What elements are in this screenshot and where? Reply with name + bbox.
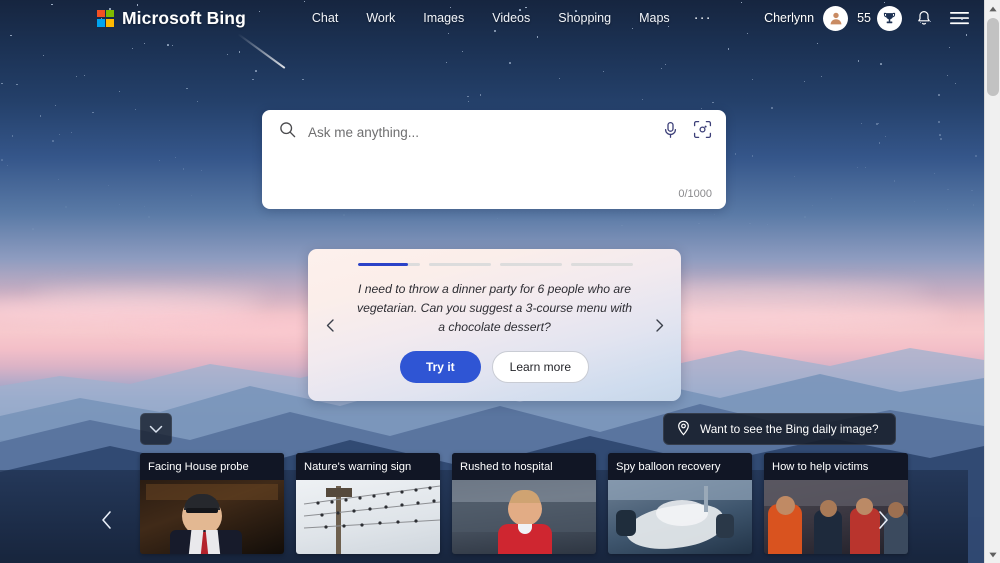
news-carousel: Facing House probe Nature's warning sign <box>0 453 984 563</box>
shooting-star <box>237 33 286 69</box>
news-card-title: Facing House probe <box>140 453 284 480</box>
daily-image-label: Want to see the Bing daily image? <box>700 422 879 436</box>
bing-logo[interactable]: Microsoft Bing <box>97 8 246 29</box>
news-card-image <box>140 480 284 554</box>
search-icon <box>279 121 296 143</box>
search-input[interactable] <box>308 124 662 140</box>
news-card-image <box>452 480 596 554</box>
nav-item-work[interactable]: Work <box>352 7 409 29</box>
location-pin-icon <box>676 420 691 439</box>
bing-homepage: Microsoft Bing Chat Work Images Videos S… <box>0 0 1000 563</box>
news-card-title: Rushed to hospital <box>452 453 596 480</box>
cloud-band <box>30 288 270 300</box>
news-card-image <box>296 480 440 554</box>
suggestion-actions: Try it Learn more <box>308 351 681 383</box>
news-card-title: How to help victims <box>764 453 908 480</box>
visual-search-camera-icon[interactable] <box>693 120 712 144</box>
hamburger-menu-icon[interactable] <box>946 5 972 31</box>
search-input-row <box>262 110 726 154</box>
progress-segment[interactable] <box>358 263 420 266</box>
trophy-icon <box>877 5 902 31</box>
news-card-list: Facing House probe Nature's warning sign <box>140 453 908 554</box>
progress-segment[interactable] <box>500 263 562 266</box>
carousel-prev-button[interactable] <box>92 503 122 537</box>
search-box: 0/1000 <box>262 110 726 209</box>
top-navigation-bar: Microsoft Bing Chat Work Images Videos S… <box>0 0 984 36</box>
nav-item-shopping[interactable]: Shopping <box>544 7 625 29</box>
try-it-button[interactable]: Try it <box>399 351 481 383</box>
carousel-progress-indicator <box>308 249 681 266</box>
progress-segment[interactable] <box>429 263 491 266</box>
header-right-cluster: Cherlynn 55 <box>764 5 972 31</box>
nav-item-chat[interactable]: Chat <box>298 7 352 29</box>
character-counter: 0/1000 <box>678 188 712 200</box>
news-card-title: Nature's warning sign <box>296 453 440 480</box>
news-card[interactable]: Spy balloon recovery <box>608 453 752 554</box>
collapse-feed-button[interactable] <box>140 413 172 445</box>
news-card[interactable]: Facing House probe <box>140 453 284 554</box>
progress-segment[interactable] <box>571 263 633 266</box>
chevron-right-icon[interactable] <box>648 314 670 336</box>
microphone-icon[interactable] <box>662 121 679 144</box>
learn-more-button[interactable]: Learn more <box>491 351 590 383</box>
nav-item-images[interactable]: Images <box>409 7 478 29</box>
chevron-left-icon[interactable] <box>319 314 341 336</box>
brand-text: Microsoft Bing <box>122 7 246 28</box>
nav-item-videos[interactable]: Videos <box>478 7 544 29</box>
chevron-down-icon <box>149 425 163 433</box>
user-name[interactable]: Cherlynn <box>764 11 814 25</box>
nav-links: Chat Work Images Videos Shopping Maps ··… <box>298 7 722 29</box>
nav-more-icon[interactable]: ··· <box>684 10 722 25</box>
news-card[interactable]: Nature's warning sign <box>296 453 440 554</box>
daily-image-prompt[interactable]: Want to see the Bing daily image? <box>663 413 896 445</box>
scroll-down-arrow-icon[interactable] <box>985 546 1000 563</box>
person-avatar-icon[interactable] <box>823 5 849 31</box>
carousel-next-button[interactable] <box>868 503 898 537</box>
news-card[interactable]: Rushed to hospital <box>452 453 596 554</box>
rewards-count: 55 <box>857 11 871 25</box>
suggestion-card: I need to throw a dinner party for 6 peo… <box>308 249 681 401</box>
news-card-title: Spy balloon recovery <box>608 453 752 480</box>
vertical-scrollbar[interactable] <box>984 0 1000 563</box>
bell-icon[interactable] <box>911 5 937 31</box>
nav-item-maps[interactable]: Maps <box>625 7 684 29</box>
scrollbar-thumb[interactable] <box>987 18 999 96</box>
microsoft-squares-icon <box>97 9 114 27</box>
suggestion-prompt-text: I need to throw a dinner party for 6 peo… <box>356 282 633 334</box>
scroll-up-arrow-icon[interactable] <box>985 0 1000 17</box>
news-card-image <box>608 480 752 554</box>
rewards-points[interactable]: 55 <box>857 5 902 31</box>
